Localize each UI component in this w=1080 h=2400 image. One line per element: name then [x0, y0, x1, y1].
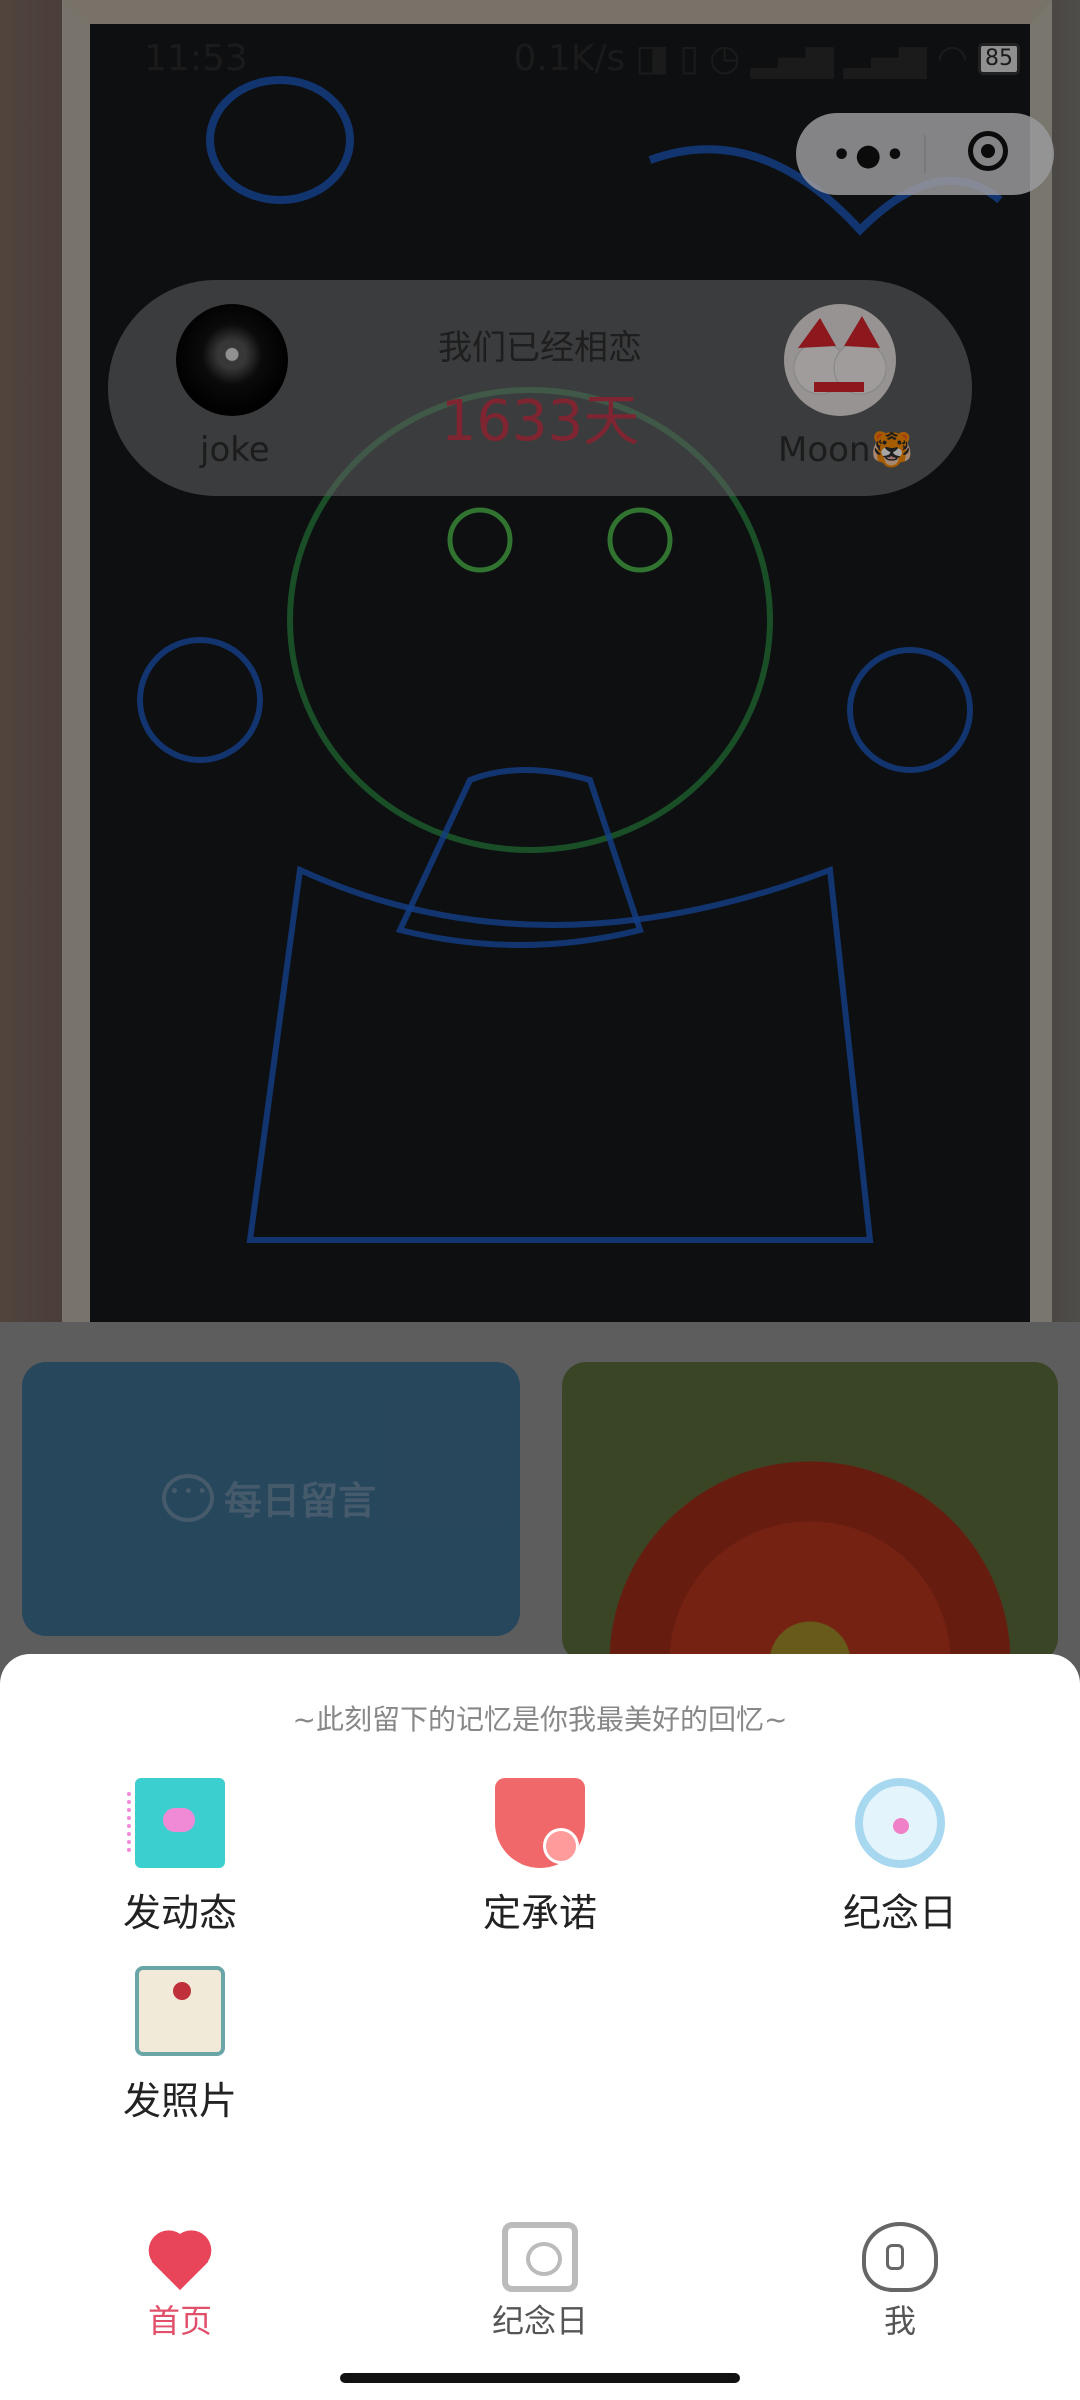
tab-label: 首页 — [147, 2302, 212, 2340]
calendar-icon — [502, 2222, 578, 2292]
action-label: 纪念日 — [842, 1891, 957, 1935]
sheet-hint: ~此刻留下的记忆是你我最美好的回忆~ — [292, 1703, 788, 1736]
action-make-promise[interactable]: 定承诺 — [420, 1778, 660, 1937]
home-indicator[interactable] — [340, 2373, 740, 2383]
heart-icon — [142, 2222, 218, 2292]
easel-icon — [135, 1966, 225, 2056]
lock-heart-icon — [862, 2222, 938, 2292]
shield-icon — [495, 1778, 585, 1868]
tab-me[interactable]: 我 — [800, 2222, 1000, 2342]
action-post-photo[interactable]: 发照片 — [60, 1966, 300, 2125]
action-post-moment[interactable]: 发动态 — [60, 1778, 300, 1937]
action-anniversary[interactable]: 纪念日 — [780, 1778, 1020, 1937]
tab-home[interactable]: 首页 — [80, 2222, 280, 2342]
action-label: 发照片 — [122, 2079, 237, 2123]
tab-label: 我 — [883, 2302, 916, 2340]
tab-anniversary[interactable]: 纪念日 — [440, 2222, 640, 2342]
action-label: 定承诺 — [482, 1891, 597, 1935]
tab-label: 纪念日 — [491, 2302, 588, 2340]
tab-bar: 首页 纪念日 我 — [0, 2208, 1080, 2354]
notebook-icon — [127, 1778, 225, 1868]
clock-icon — [855, 1778, 945, 1868]
action-label: 发动态 — [122, 1891, 237, 1935]
